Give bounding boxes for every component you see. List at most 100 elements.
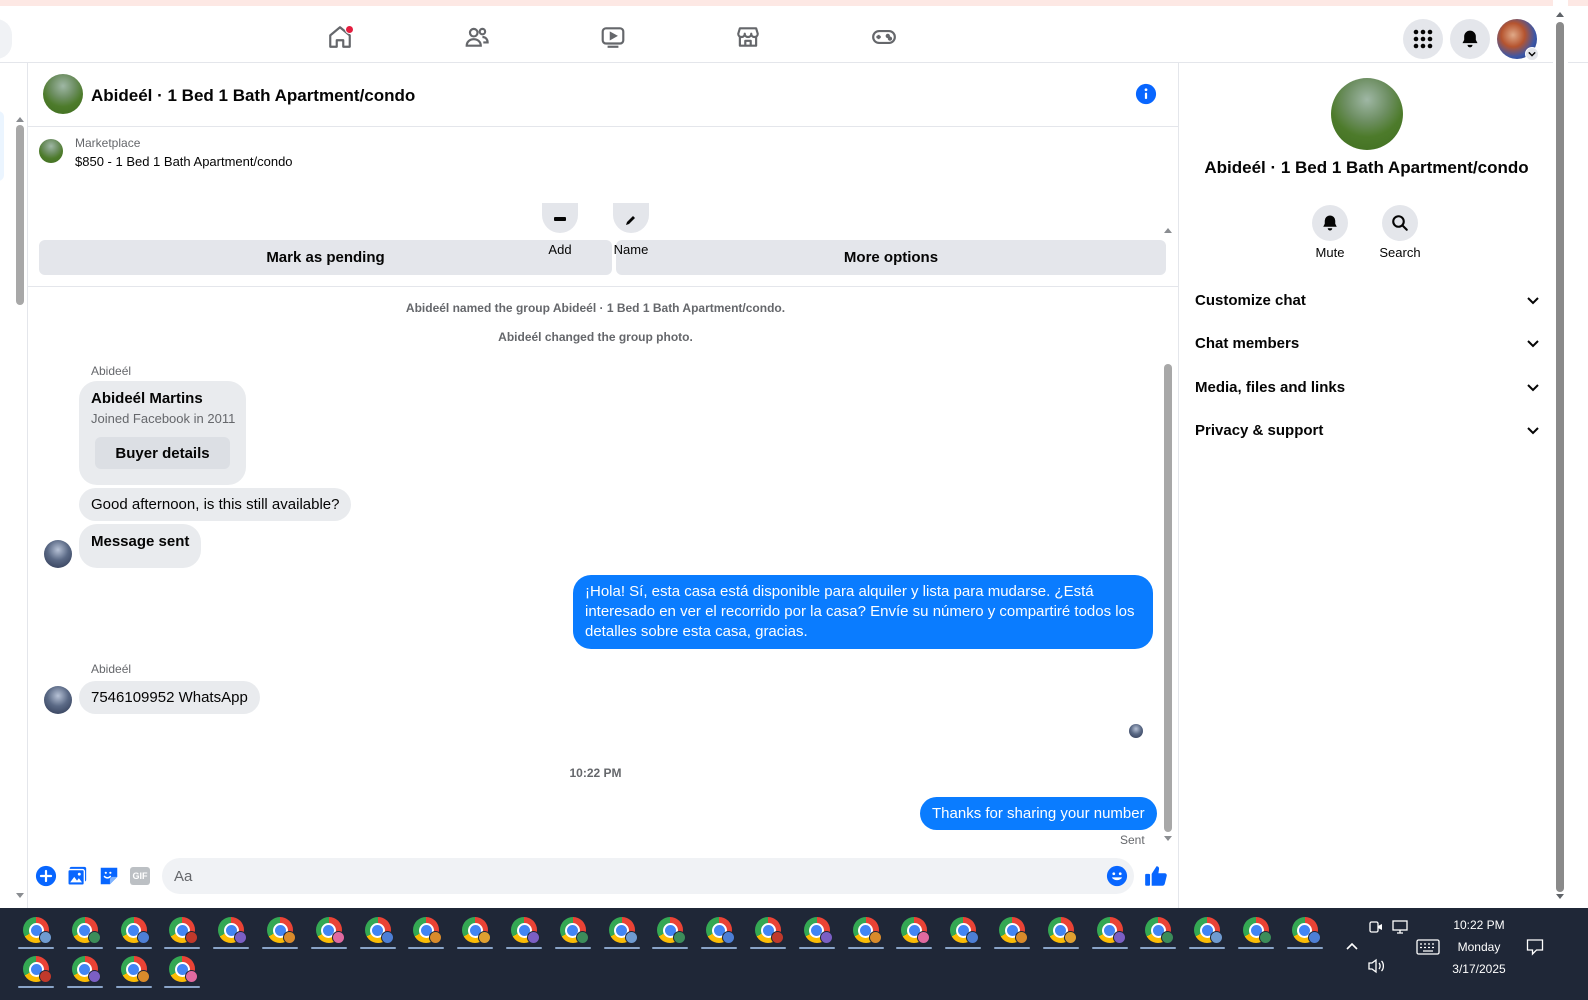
nav-friends[interactable] xyxy=(460,20,494,54)
taskbar-browser-window[interactable] xyxy=(748,911,788,949)
taskbar-browser-window[interactable] xyxy=(992,911,1032,949)
nav-watch[interactable] xyxy=(596,20,630,54)
group-photo[interactable] xyxy=(43,74,83,114)
message-bubble-outgoing[interactable]: Thanks for sharing your number xyxy=(920,797,1157,830)
sticker-button[interactable] xyxy=(98,865,120,887)
chat-scroll-up-arrow-icon[interactable] xyxy=(1163,226,1173,234)
left-scrollbar-thumb[interactable] xyxy=(16,125,24,305)
clock-date[interactable]: 3/17/2025 xyxy=(1440,962,1518,976)
taskbar-browser-window[interactable] xyxy=(894,911,934,949)
notifications-button[interactable] xyxy=(1450,19,1490,59)
nav-home[interactable] xyxy=(323,20,357,54)
partial-selected-item[interactable] xyxy=(0,111,4,181)
taskbar-browser-window[interactable] xyxy=(406,911,446,949)
profile-badge xyxy=(87,970,101,983)
search-button[interactable] xyxy=(1382,205,1418,241)
taskbar-browser-window[interactable] xyxy=(699,911,739,949)
taskbar-browser-window[interactable] xyxy=(1041,911,1081,949)
attach-media-button[interactable] xyxy=(66,865,88,887)
taskbar-browser-window[interactable] xyxy=(1236,911,1276,949)
page-scroll-down-arrow-icon[interactable] xyxy=(1555,893,1565,901)
conversation-info-button[interactable] xyxy=(1133,81,1159,107)
chevron-down-icon xyxy=(1527,384,1539,392)
scroll-down-arrow-icon[interactable] xyxy=(15,892,25,900)
notification-center-icon[interactable] xyxy=(1526,938,1544,956)
message-bubble-incoming[interactable]: 7546109952 WhatsApp xyxy=(79,681,260,714)
taskbar-browser-window[interactable] xyxy=(114,950,154,988)
taskbar-browser-window[interactable] xyxy=(260,911,300,949)
account-chevron xyxy=(1525,47,1539,61)
left-partial-search[interactable] xyxy=(0,19,12,59)
show-hidden-icons-chevron-icon[interactable] xyxy=(1345,941,1359,951)
taskbar-browser-window[interactable] xyxy=(1187,911,1227,949)
taskbar-browser-window[interactable] xyxy=(504,911,544,949)
page-scroll-up-arrow-icon[interactable] xyxy=(1555,10,1565,18)
chat-title[interactable]: Abideél · 1 Bed 1 Bath Apartment/condo xyxy=(91,86,415,106)
profile-badge xyxy=(673,931,687,944)
message-input-box[interactable]: Aa xyxy=(162,858,1134,894)
taskbar-browser-window[interactable] xyxy=(650,911,690,949)
taskbar-browser-window[interactable] xyxy=(1090,911,1130,949)
message-bubble-outgoing[interactable]: ¡Hola! Sí, esta casa está disponible par… xyxy=(573,575,1153,649)
taskbar-browser-window[interactable] xyxy=(943,911,983,949)
buyer-card: Abideél Martins Joined Facebook in 2011 … xyxy=(79,381,246,485)
sender-avatar[interactable] xyxy=(44,686,72,714)
taskbar-browser-window[interactable] xyxy=(846,911,886,949)
chevron-down-icon xyxy=(1528,51,1536,57)
network-icon[interactable] xyxy=(1392,920,1408,934)
volume-icon[interactable] xyxy=(1367,958,1385,974)
meet-now-icon[interactable] xyxy=(1369,920,1383,934)
taskbar-browser-window[interactable] xyxy=(211,911,251,949)
account-avatar[interactable] xyxy=(1497,19,1539,61)
message-bubble-incoming[interactable]: Message sent xyxy=(79,524,202,568)
system-message: Abideél named the group Abideél · 1 Bed … xyxy=(405,301,786,315)
more-actions-button[interactable] xyxy=(35,865,57,887)
page-scrollbar-thumb[interactable] xyxy=(1556,22,1564,892)
taskbar-browser-window[interactable] xyxy=(309,911,349,949)
scroll-up-arrow-icon[interactable] xyxy=(15,115,25,123)
emoji-button[interactable] xyxy=(1106,865,1128,887)
accordion-privacy-support[interactable]: Privacy & support xyxy=(1195,418,1540,442)
taskbar-browser-window[interactable] xyxy=(455,911,495,949)
chat-scrollbar-thumb[interactable] xyxy=(1164,364,1172,832)
accordion-customize-chat[interactable]: Customize chat xyxy=(1195,288,1540,312)
buyer-details-button[interactable]: Buyer details xyxy=(95,437,230,469)
taskbar-browser-window[interactable] xyxy=(114,911,154,949)
taskbar-browser-window[interactable] xyxy=(358,911,398,949)
message-bubble-incoming[interactable]: Good afternoon, is this still available? xyxy=(79,488,352,521)
taskbar-browser-window[interactable] xyxy=(65,911,105,949)
taskbar-browser-window[interactable] xyxy=(553,911,593,949)
profile-badge xyxy=(624,931,638,944)
taskbar-browser-window[interactable] xyxy=(602,911,642,949)
send-like-button[interactable] xyxy=(1143,863,1169,889)
more-options-button[interactable]: More options xyxy=(616,240,1166,275)
clock-day[interactable]: Monday xyxy=(1440,940,1518,954)
chat-scroll-down-arrow-icon[interactable] xyxy=(1163,835,1173,843)
nav-marketplace[interactable] xyxy=(731,20,765,54)
taskbar-browser-window[interactable] xyxy=(16,911,56,949)
taskbar-browser-window[interactable] xyxy=(65,950,105,988)
page-scrollbar[interactable] xyxy=(1553,0,1568,908)
accordion-media-files-links[interactable]: Media, files and links xyxy=(1195,375,1540,399)
accordion-chat-members[interactable]: Chat members xyxy=(1195,331,1540,355)
sender-avatar[interactable] xyxy=(44,540,72,568)
mark-as-pending-button[interactable]: Mark as pending xyxy=(39,240,612,275)
listing-thumbnail[interactable] xyxy=(39,139,63,163)
running-indicator xyxy=(652,947,689,949)
taskbar-browser-window[interactable] xyxy=(1285,911,1325,949)
keyboard-icon[interactable] xyxy=(1416,939,1440,955)
clock-time[interactable]: 10:22 PM xyxy=(1440,918,1518,932)
taskbar-browser-window[interactable] xyxy=(1138,911,1178,949)
gif-button[interactable]: GIF xyxy=(130,867,150,885)
menu-button[interactable] xyxy=(1403,19,1443,59)
taskbar-browser-window[interactable] xyxy=(797,911,837,949)
profile-badge xyxy=(429,931,443,944)
profile-badge xyxy=(185,931,199,944)
taskbar-browser-window[interactable] xyxy=(16,950,56,988)
taskbar-browser-window[interactable] xyxy=(162,950,202,988)
mute-button[interactable] xyxy=(1312,205,1348,241)
nav-gaming[interactable] xyxy=(867,20,901,54)
listing-title[interactable]: $850 - 1 Bed 1 Bath Apartment/condo xyxy=(75,154,293,169)
group-photo-large[interactable] xyxy=(1331,78,1403,150)
taskbar-browser-window[interactable] xyxy=(162,911,202,949)
